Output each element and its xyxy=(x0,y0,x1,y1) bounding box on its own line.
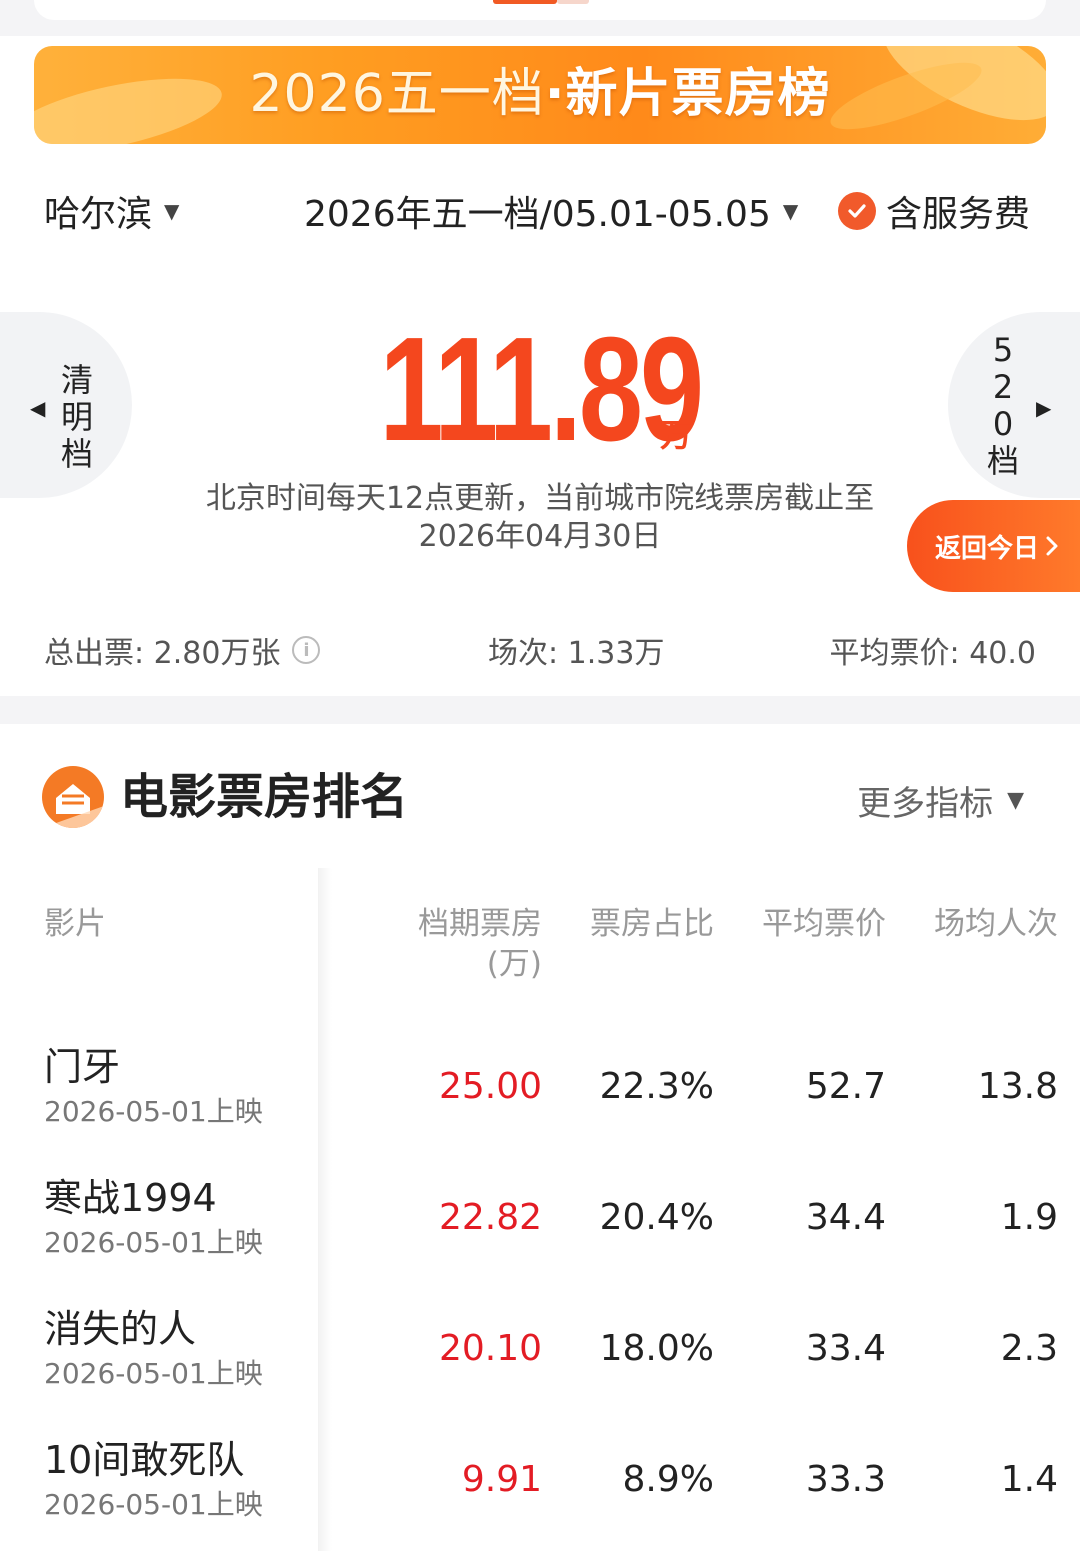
header-box-office[interactable]: 档期票房 (万) xyxy=(392,904,542,984)
caret-down-icon: ▼ xyxy=(164,199,180,223)
banner-heading: 新片票房榜 xyxy=(565,64,831,124)
release-date: 2026-05-01上映 xyxy=(44,1226,263,1259)
chevron-right-icon xyxy=(1046,536,1058,556)
carousel-indicator-active xyxy=(493,0,557,4)
banner-year: 2026五一档 xyxy=(249,64,545,124)
table-row[interactable]: 寒战1994 2026-05-01上映 22.82 20.4% 34.4 1.9 xyxy=(0,1173,1080,1293)
stat-shows: 场次: 1.33万 xyxy=(488,636,665,671)
header-film: 影片 xyxy=(44,906,106,942)
tickets-text: 总出票: 2.80万张 xyxy=(44,636,281,671)
period-label: 2026年五一档/05.01-05.05 xyxy=(304,194,771,235)
ranking-header: 电影票房排名 更多指标 ▼ xyxy=(0,762,1080,834)
box-office-value: 22.82 xyxy=(438,1197,542,1238)
back-to-today-label: 返回今日 xyxy=(935,533,1040,564)
share-value: 22.3% xyxy=(599,1066,714,1107)
table-row[interactable]: 10间敢死队 2026-05-01上映 9.91 8.9% 33.3 1.4 xyxy=(0,1435,1080,1551)
promo-banner[interactable]: 2026五一档·新片票房榜 xyxy=(34,46,1046,144)
release-date: 2026-05-01上映 xyxy=(44,1357,263,1390)
header-avg-price[interactable]: 平均票价 xyxy=(738,904,886,944)
box-office-value: 20.10 xyxy=(438,1328,542,1369)
share-value: 8.9% xyxy=(622,1459,714,1500)
table-row[interactable]: 门牙 2026-05-01上映 25.00 22.3% 52.7 13.8 xyxy=(0,1042,1080,1162)
release-date: 2026-05-01上映 xyxy=(44,1095,263,1128)
per-show-value: 1.4 xyxy=(1000,1459,1058,1500)
section-title: 电影票房排名 xyxy=(120,769,409,825)
city-label: 哈尔滨 xyxy=(44,194,153,235)
film-name: 门牙 xyxy=(44,1045,121,1089)
banner-dot: · xyxy=(544,64,566,124)
stat-avg-price: 平均票价: 40.0 xyxy=(829,636,1036,671)
avg-price-value: 52.7 xyxy=(805,1066,886,1107)
header-box-office-label: 档期票房 xyxy=(418,906,542,942)
service-fee-toggle[interactable]: 含服务费 xyxy=(838,185,1030,237)
header-per-show[interactable]: 场均人次 xyxy=(910,904,1058,944)
per-show-value: 1.9 xyxy=(1000,1197,1058,1238)
more-metrics-label: 更多指标 xyxy=(857,784,994,824)
stats-bar: 总出票: 2.80万张 i 场次: 1.33万 平均票价: 40.0 xyxy=(0,620,1080,672)
city-selector[interactable]: 哈尔滨 ▼ xyxy=(44,185,179,237)
info-icon[interactable]: i xyxy=(292,636,321,664)
total-box-office-value: 111.89 xyxy=(379,307,704,472)
previous-card-edge xyxy=(0,0,1080,36)
header-box-office-unit: (万) xyxy=(486,946,542,982)
update-note-line1: 北京时间每天12点更新，当前城市院线票房截止至 xyxy=(205,481,875,516)
more-metrics-dropdown[interactable]: 更多指标 ▼ xyxy=(857,776,1024,825)
banner-title: 2026五一档·新片票房榜 xyxy=(34,64,1046,124)
carousel-indicator xyxy=(557,0,589,4)
per-show-value: 13.8 xyxy=(977,1066,1058,1107)
avg-price-value: 33.4 xyxy=(805,1328,886,1369)
share-value: 20.4% xyxy=(599,1197,714,1238)
stat-tickets: 总出票: 2.80万张 i xyxy=(44,628,321,672)
caret-down-icon: ▼ xyxy=(1007,788,1024,813)
checkmark-icon xyxy=(838,192,876,230)
share-value: 18.0% xyxy=(599,1328,714,1369)
box-office-value: 9.91 xyxy=(461,1459,542,1500)
avg-price-value: 33.3 xyxy=(805,1459,886,1500)
header-share[interactable]: 票房占比 xyxy=(566,904,714,944)
film-name: 10间敢死队 xyxy=(44,1438,245,1482)
film-name: 消失的人 xyxy=(44,1307,197,1351)
period-selector[interactable]: 2026年五一档/05.01-05.05 ▼ xyxy=(304,185,798,237)
per-show-value: 2.3 xyxy=(1000,1328,1058,1369)
box-office-value: 25.00 xyxy=(438,1066,542,1107)
service-fee-label: 含服务费 xyxy=(886,194,1031,235)
cinema-icon xyxy=(42,766,104,828)
table-row[interactable]: 消失的人 2026-05-01上映 20.10 18.0% 33.4 2.3 xyxy=(0,1304,1080,1424)
total-box-office-unit: 万 xyxy=(660,416,693,454)
back-to-today-button[interactable]: 返回今日 xyxy=(907,500,1080,592)
filter-bar: 哈尔滨 ▼ 2026年五一档/05.01-05.05 ▼ 含服务费 xyxy=(0,185,1080,235)
avg-price-value: 34.4 xyxy=(805,1197,886,1238)
total-box-office: 111.89 万 xyxy=(0,307,1080,472)
caret-down-icon: ▼ xyxy=(782,199,799,223)
release-date: 2026-05-01上映 xyxy=(44,1488,263,1521)
film-name: 寒战1994 xyxy=(44,1176,217,1220)
